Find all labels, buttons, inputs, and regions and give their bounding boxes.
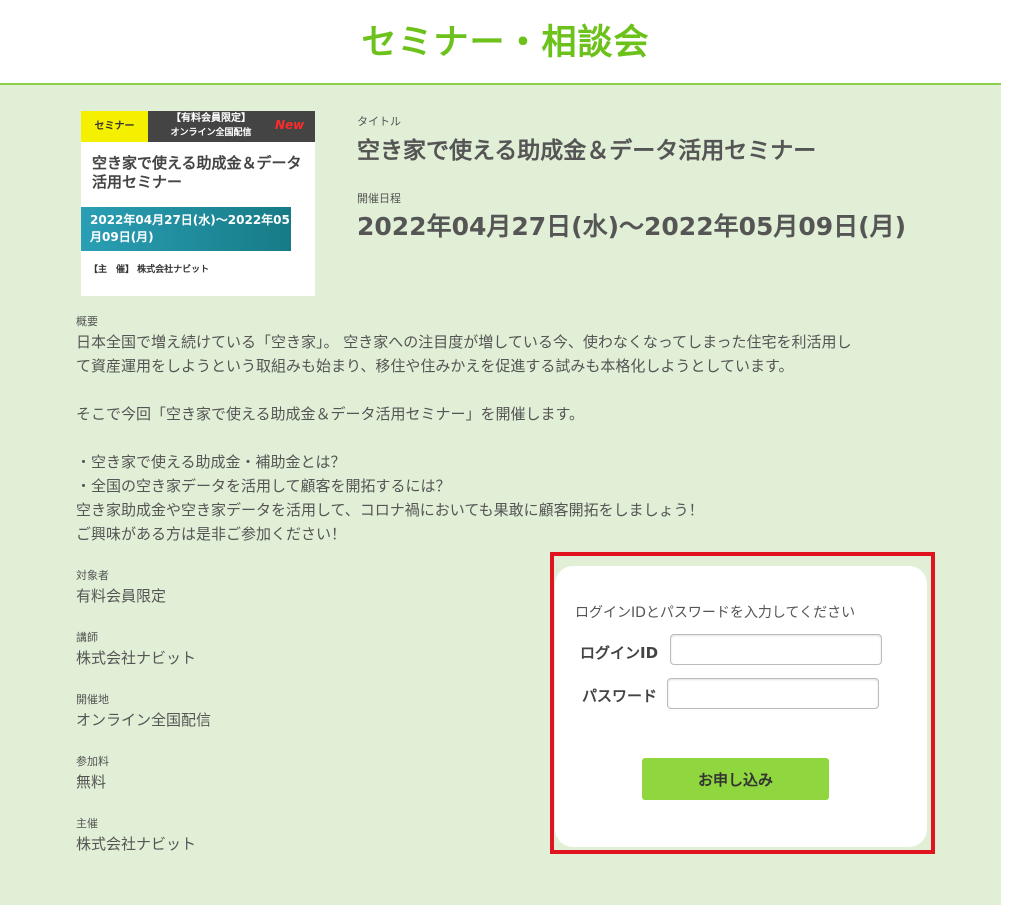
date-label: 開催日程	[357, 192, 401, 205]
seminar-detail: セミナー 【有料会員限定】 オンライン全国配信 New 空き家で使える助成金＆デ…	[0, 85, 1001, 905]
info-label: 対象者	[76, 569, 109, 582]
banner-limited-line2: オンライン全国配信	[170, 128, 252, 138]
info-venue: 開催地 オンライン全国配信	[76, 691, 211, 730]
summary-line: そこで今回「空き家で使える助成金＆データ活用セミナー」を開催します。	[76, 405, 585, 423]
banner-title: 空き家で使える助成金＆データ活用セミナー	[92, 154, 302, 191]
summary-line: ・空き家で使える助成金・補助金とは？	[76, 453, 346, 471]
banner-host: 【主 催】 株式会社ナビット	[89, 265, 210, 275]
login-instruction: ログインIDとパスワードを入力してください	[575, 605, 856, 621]
info-lecturer: 講師 株式会社ナビット	[76, 629, 196, 668]
info-target-audience: 対象者 有料会員限定	[76, 567, 166, 606]
summary-line: 空き家助成金や空き家データを活用して、コロナ禍においても果敢に顧客開拓をしましょ…	[76, 501, 704, 519]
summary-line	[76, 426, 926, 450]
info-value: 株式会社ナビット	[76, 649, 197, 667]
login-id-label: ログインID	[580, 644, 659, 662]
summary-line: ご興味がある方は是非ご参加ください！	[76, 525, 347, 543]
login-id-input[interactable]	[670, 634, 882, 665]
summary-line: て資産運用をしようという取組みも始まり、移住や住みかえを促進する試みも本格化しよ…	[76, 357, 794, 375]
seminar-banner: セミナー 【有料会員限定】 オンライン全国配信 New 空き家で使える助成金＆デ…	[81, 111, 315, 296]
info-label: 講師	[76, 631, 98, 644]
page-header: セミナー・相談会	[0, 0, 1011, 84]
info-label: 主催	[76, 817, 98, 830]
login-form: ログインIDとパスワードを入力してください ログインID パスワード お申し込み	[555, 566, 927, 847]
banner-category-tag: セミナー	[81, 111, 148, 142]
apply-button[interactable]: お申し込み	[642, 758, 829, 800]
summary-label: 概要	[76, 315, 98, 328]
banner-date: 2022年04月27日(水)～2022年05月09日(月)	[81, 207, 291, 251]
info-value: 株式会社ナビット	[76, 835, 197, 853]
new-badge: New	[275, 118, 305, 132]
info-fee: 参加料 無料	[76, 753, 109, 792]
seminar-title: 空き家で使える助成金＆データ活用セミナー	[357, 138, 817, 164]
info-label: 開催地	[76, 693, 109, 706]
seminar-date: 2022年04月27日(水)～2022年05月09日(月)	[357, 212, 907, 241]
summary-line	[76, 378, 926, 402]
banner-limited-line1: 【有料会員限定】	[171, 113, 251, 124]
info-value: 無料	[76, 773, 107, 791]
summary-text: 日本全国で増え続けている「空き家」。 空き家への注目度が増している今、使わなくな…	[76, 330, 926, 546]
summary-line: 日本全国で増え続けている「空き家」。 空き家への注目度が増している今、使わなくな…	[76, 333, 852, 351]
info-value: 有料会員限定	[76, 587, 167, 605]
password-label: パスワード	[582, 687, 658, 705]
password-input[interactable]	[667, 678, 879, 709]
info-value: オンライン全国配信	[76, 711, 212, 729]
summary-line: ・全国の空き家データを活用して顧客を開拓するには？	[76, 477, 451, 495]
info-organizer: 主催 株式会社ナビット	[76, 815, 196, 854]
info-label: 参加料	[76, 755, 109, 768]
title-label: タイトル	[357, 115, 401, 128]
banner-limited-text: 【有料会員限定】 オンライン全国配信	[153, 112, 269, 140]
page-title: セミナー・相談会	[361, 23, 650, 63]
